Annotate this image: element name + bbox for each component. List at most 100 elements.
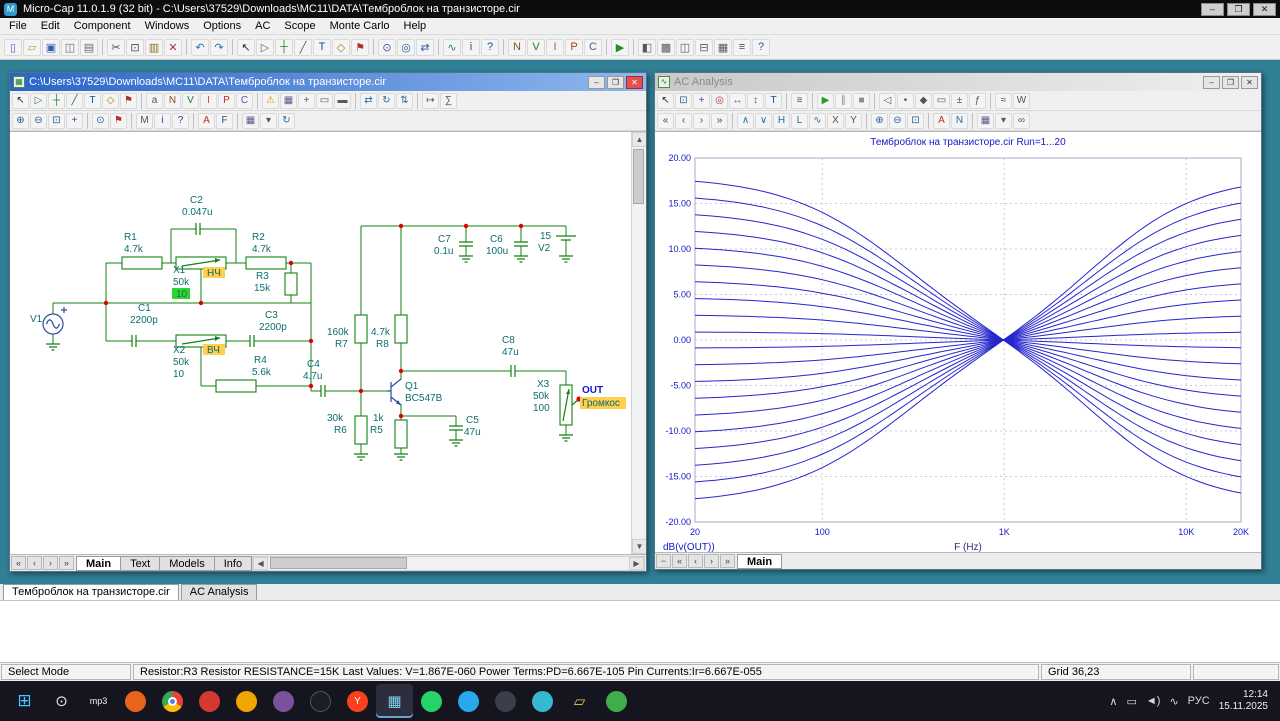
mp3-player-icon[interactable]: mp3	[80, 684, 117, 718]
clear-icon[interactable]: ✕	[164, 39, 182, 56]
R8-ref[interactable]: R8	[376, 339, 389, 350]
rotate-icon[interactable]: ↻	[378, 93, 395, 109]
repeat-find-icon[interactable]: ◎	[397, 39, 415, 56]
menu-windows[interactable]: Windows	[138, 19, 197, 33]
language-indicator[interactable]: РУС	[1188, 695, 1210, 707]
keenetic-icon[interactable]	[228, 684, 265, 718]
inflection-icon[interactable]: ∿	[809, 113, 826, 129]
tile-vertical-icon[interactable]: ◫	[676, 39, 694, 56]
R5-ref[interactable]: R5	[370, 425, 383, 436]
V1-ref[interactable]: V1	[30, 314, 43, 325]
last-tab-icon[interactable]: »	[59, 556, 74, 570]
R6-value[interactable]: 30k	[327, 413, 344, 424]
zoom-mode-icon[interactable]: ⊡	[675, 93, 692, 109]
close-icon[interactable]: ✕	[1241, 76, 1258, 89]
Q1-value[interactable]: BC547B	[405, 393, 443, 404]
R4-value[interactable]: 5.6k	[252, 367, 272, 378]
schematic-window[interactable]: ▦ C:\Users\37529\Downloads\MC11\DATA\Тем…	[9, 72, 647, 572]
data-points-icon[interactable]: •	[897, 93, 914, 109]
last-cursor-icon[interactable]: »	[711, 113, 728, 129]
tab-1[interactable]: Text	[120, 556, 160, 571]
help-mode-icon[interactable]: ?	[481, 39, 499, 56]
R5-value[interactable]: 1k	[373, 413, 385, 424]
stop-icon[interactable]: ■	[853, 93, 870, 109]
display-dropdown-icon[interactable]: ▾	[260, 113, 277, 129]
R2-ref[interactable]: R2	[252, 232, 265, 243]
info-mode-icon[interactable]: i	[462, 39, 480, 56]
diagonal-wire-mode-icon[interactable]: ╱	[66, 93, 83, 109]
C8-ref[interactable]: C8	[502, 335, 515, 346]
file-explorer-icon[interactable]: ▱	[561, 684, 598, 718]
scrollbar-thumb[interactable]	[270, 557, 407, 569]
R1-value[interactable]: 4.7k	[124, 244, 144, 255]
cross-hair-icon[interactable]: +	[298, 93, 315, 109]
horizontal-tag-icon[interactable]: ↔	[729, 93, 746, 109]
network-icon[interactable]: ∿	[1169, 695, 1178, 708]
chrome-icon[interactable]	[154, 684, 191, 718]
R7-value[interactable]: 160k	[327, 327, 350, 338]
node-numbers-icon[interactable]: N	[164, 93, 181, 109]
models-icon[interactable]: M	[136, 113, 153, 129]
find-part-icon[interactable]: ⊙	[92, 113, 109, 129]
go-to-x-icon[interactable]: X	[827, 113, 844, 129]
menu-edit[interactable]: Edit	[34, 19, 67, 33]
minimize-button[interactable]: –	[1203, 76, 1220, 89]
currents-icon[interactable]: I	[546, 39, 564, 56]
tab-0[interactable]: Main	[76, 556, 121, 571]
C3-value[interactable]: 2200p	[259, 322, 287, 333]
menu-file[interactable]: File	[2, 19, 34, 33]
bass-label[interactable]: НЧ	[207, 268, 221, 279]
doc-tab-1[interactable]: AC Analysis	[181, 584, 258, 600]
R8-value[interactable]: 4.7k	[371, 327, 391, 338]
graphics-mode-icon[interactable]: ◇	[102, 93, 119, 109]
scroll-down-icon[interactable]: ▼	[632, 539, 646, 554]
cursor-link-icon[interactable]: ∞	[1013, 113, 1030, 129]
X2-value[interactable]: 50k	[173, 357, 190, 368]
undo-icon[interactable]: ↶	[191, 39, 209, 56]
run-analysis-icon[interactable]: ▶	[611, 39, 629, 56]
C6-ref[interactable]: C6	[490, 234, 503, 245]
telegram-icon[interactable]	[450, 684, 487, 718]
menu-component[interactable]: Component	[67, 19, 138, 33]
text-mode-icon[interactable]: T	[765, 93, 782, 109]
ac-analysis-window[interactable]: ∿ AC Analysis – ❐ ✕ ↖⊡+◎↔↕T≡▶∥■◁•◆▭±ƒ≈W …	[654, 72, 1262, 570]
peak-icon[interactable]: ∧	[737, 113, 754, 129]
text-mode-icon[interactable]: T	[84, 93, 101, 109]
clock[interactable]: 12:14 15.11.2025	[1219, 689, 1268, 713]
conditions-icon[interactable]: C	[236, 93, 253, 109]
X1-setting[interactable]: 10	[176, 289, 188, 300]
redo-icon[interactable]: ↷	[210, 39, 228, 56]
vertical-tag-icon[interactable]: ↕	[747, 93, 764, 109]
tokens-icon[interactable]: ◆	[915, 93, 932, 109]
C6-value[interactable]: 100u	[486, 246, 508, 257]
scroll-left-icon[interactable]: ◀	[253, 557, 268, 570]
R1-ref[interactable]: R1	[124, 232, 137, 243]
component-mode-icon[interactable]: ▷	[30, 93, 47, 109]
C1-value[interactable]: 2200p	[130, 315, 158, 326]
help-icon[interactable]: ?	[172, 113, 189, 129]
select-mode-icon[interactable]: ↖	[237, 39, 255, 56]
C4-value[interactable]: 4.7u	[303, 371, 322, 382]
menu-ac[interactable]: AC	[248, 19, 277, 33]
wire-mode-icon[interactable]: ┼	[275, 39, 293, 56]
flip-icon[interactable]: ⇅	[396, 93, 413, 109]
print-preview-icon[interactable]: ◫	[61, 39, 79, 56]
pan-icon[interactable]: +	[66, 113, 83, 129]
new-window-icon[interactable]: ◧	[638, 39, 656, 56]
flag-mode-icon[interactable]: ⚑	[120, 93, 137, 109]
edge-icon[interactable]	[524, 684, 561, 718]
C7-value[interactable]: 0.1u	[434, 246, 453, 257]
V2-ref[interactable]: V2	[538, 243, 551, 254]
power-icon[interactable]: P	[218, 93, 235, 109]
help-topics-icon[interactable]: ?	[752, 39, 770, 56]
battery-symbol[interactable]	[556, 236, 576, 240]
restore-button[interactable]: ❐	[1227, 3, 1250, 16]
component-mode-icon[interactable]: ▷	[256, 39, 274, 56]
info-icon[interactable]: i	[154, 113, 171, 129]
micro-cap-icon[interactable]: ▦	[376, 684, 413, 718]
R3-value[interactable]: 15k	[254, 283, 271, 294]
color-palette-icon[interactable]: A	[198, 113, 215, 129]
out-node-label[interactable]: OUT	[582, 385, 603, 396]
mirror-icon[interactable]: ⇄	[360, 93, 377, 109]
doc-tab-0[interactable]: Темброблок на транзисторе.cir	[3, 584, 179, 600]
